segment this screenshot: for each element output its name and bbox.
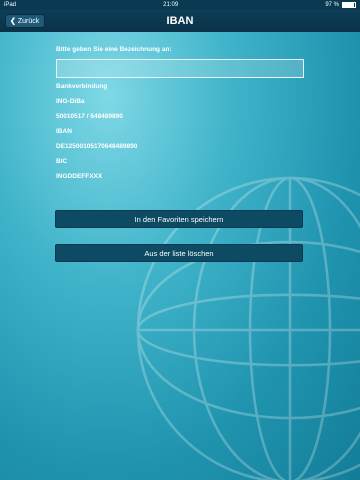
delete-from-list-button[interactable]: Aus der liste löschen xyxy=(55,244,303,262)
save-to-favorites-button[interactable]: In den Favoriten speichern xyxy=(55,210,303,228)
bic-label: BIC xyxy=(56,158,68,165)
page-title: IBAN xyxy=(166,15,194,27)
status-bar: iPad 21:09 97 % xyxy=(0,0,360,10)
name-input[interactable] xyxy=(56,59,304,78)
iban-detail-form: Bitte geben Sie eine Bezeichnung an: Ban… xyxy=(56,40,306,180)
status-right: 97 % xyxy=(325,0,356,10)
bank-numbers: 50010517 / 648489890 xyxy=(56,113,123,120)
iban-label: IBAN xyxy=(56,128,72,135)
name-prompt-label: Bitte geben Sie eine Bezeichnung an: xyxy=(56,46,172,53)
bic-value: INGDDEFFXXX xyxy=(56,173,103,180)
navigation-bar: ❮ Zurück IBAN xyxy=(0,10,360,32)
back-button-label: Zurück xyxy=(17,17,40,25)
status-time: 21:09 xyxy=(163,2,179,8)
bank-name: ING-DiBa xyxy=(56,98,85,105)
app-screen: iPad 21:09 97 % ❮ Zurück IBAN Bitte gebe… xyxy=(0,0,360,480)
back-button[interactable]: ❮ Zurück xyxy=(5,14,46,28)
carrier-label: iPad xyxy=(4,2,17,8)
chevron-left-icon: ❮ xyxy=(10,18,16,25)
iban-value: DE12500105170648489890 xyxy=(56,143,138,150)
battery-percent: 97 % xyxy=(325,2,339,8)
battery-icon xyxy=(342,2,356,8)
bank-connection-label: Bankverbindung xyxy=(56,83,108,90)
